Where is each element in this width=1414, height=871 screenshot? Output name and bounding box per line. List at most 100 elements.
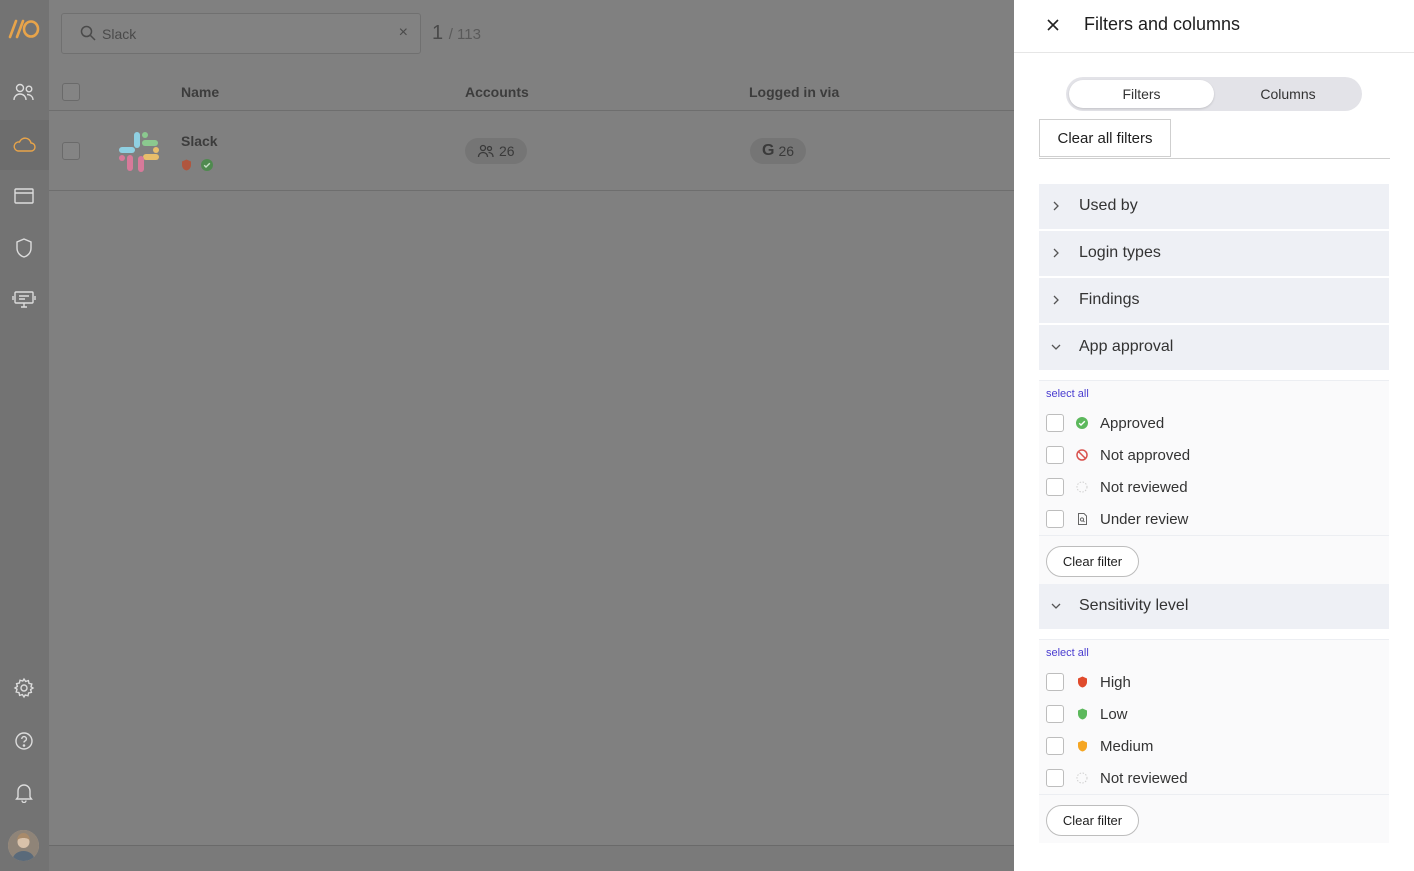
users-icon[interactable] (11, 79, 37, 105)
option-label: Under review (1100, 510, 1189, 528)
table-header: Name Accounts Logged in via (49, 73, 1014, 111)
option-label: Medium (1100, 737, 1154, 755)
header-logged-in-via[interactable]: Logged in via (749, 84, 839, 100)
result-count-current: 1 (432, 22, 444, 44)
search-input[interactable]: Slack × (61, 13, 421, 54)
chevron-down-icon (1050, 340, 1062, 354)
logged-in-via-pill[interactable]: G 26 (750, 138, 807, 164)
shield-low-icon (1076, 708, 1088, 720)
chevron-right-icon (1050, 246, 1062, 260)
view-toggle: Filters Columns (1066, 77, 1362, 111)
checkbox[interactable] (1046, 414, 1064, 432)
app-approval-options: select all Approved Not approved Not rev… (1039, 380, 1389, 584)
checkbox[interactable] (1046, 446, 1064, 464)
select-all-link[interactable]: select all (1046, 388, 1089, 400)
option-not-reviewed[interactable]: Not reviewed (1046, 767, 1376, 789)
divider (1039, 158, 1390, 159)
chevron-right-icon (1050, 293, 1062, 307)
accounts-users-icon (477, 144, 494, 158)
main-content: Slack × 1 / 113 Name Accounts Logged in … (49, 0, 1014, 871)
filters-panel: Filters and columns Filters Columns Clea… (1014, 0, 1414, 871)
checkbox[interactable] (1046, 705, 1064, 723)
option-low[interactable]: Low (1046, 703, 1376, 725)
header-name[interactable]: Name (181, 84, 219, 100)
divider (1039, 380, 1389, 381)
approved-check-icon (1076, 417, 1088, 429)
option-not-approved[interactable]: Not approved (1046, 444, 1376, 466)
option-label: Not reviewed (1100, 478, 1188, 496)
checkbox[interactable] (1046, 769, 1064, 787)
tab-columns[interactable]: Columns (1216, 80, 1360, 108)
checkbox[interactable] (1046, 478, 1064, 496)
chevron-right-icon (1050, 199, 1062, 213)
option-label: Not reviewed (1100, 769, 1188, 787)
select-all-checkbox[interactable] (62, 83, 80, 101)
panel-header: Filters and columns (1014, 0, 1414, 53)
browser-icon[interactable] (11, 183, 37, 209)
option-high[interactable]: High (1046, 671, 1376, 693)
cloud-icon[interactable] (11, 132, 37, 158)
dashed-circle-icon (1076, 772, 1088, 784)
avatar[interactable] (8, 830, 39, 861)
divider (1039, 794, 1389, 795)
option-label: Low (1100, 705, 1128, 723)
select-all-link[interactable]: select all (1046, 647, 1089, 659)
result-count: 1 / 113 (432, 22, 481, 45)
table-row[interactable]: Slack 26 G 26 (49, 112, 1014, 191)
accounts-pill[interactable]: 26 (465, 138, 527, 164)
shield-medium-icon (1076, 740, 1088, 752)
sensitivity-shield-icon (181, 158, 192, 176)
section-app-approval[interactable]: App approval (1039, 325, 1389, 370)
document-search-icon (1076, 513, 1088, 525)
checkbox[interactable] (1046, 510, 1064, 528)
blocked-icon (1076, 449, 1088, 461)
header-accounts[interactable]: Accounts (465, 84, 529, 100)
slack-logo-icon (117, 130, 161, 179)
option-label: High (1100, 673, 1131, 691)
section-findings[interactable]: Findings (1039, 278, 1389, 323)
result-count-total: / 113 (448, 26, 481, 43)
option-medium[interactable]: Medium (1046, 735, 1376, 757)
shield-icon[interactable] (11, 235, 37, 261)
clear-filter-button[interactable]: Clear filter (1046, 805, 1139, 836)
checkbox[interactable] (1046, 737, 1064, 755)
divider (1039, 535, 1389, 536)
google-icon: G (762, 142, 775, 159)
clear-all-filters-button[interactable]: Clear all filters (1039, 119, 1171, 157)
device-icon[interactable] (11, 286, 37, 312)
section-label: Login types (1079, 244, 1161, 261)
panel-title: Filters and columns (1084, 14, 1241, 34)
section-label: Used by (1079, 197, 1138, 214)
search-icon (80, 25, 96, 46)
footer-divider (49, 845, 1014, 846)
option-under-review[interactable]: Under review (1046, 508, 1376, 530)
row-checkbox[interactable] (62, 142, 80, 160)
clear-search-icon[interactable]: × (399, 24, 408, 42)
chevron-down-icon (1050, 599, 1062, 613)
help-icon[interactable] (11, 728, 37, 754)
app-name[interactable]: Slack (181, 133, 218, 149)
section-login-types[interactable]: Login types (1039, 231, 1389, 276)
brand-logo[interactable] (7, 18, 41, 40)
section-label: Sensitivity level (1079, 597, 1189, 614)
logged-in-count: 26 (778, 143, 795, 159)
search-value: Slack (102, 26, 137, 42)
tab-filters[interactable]: Filters (1069, 80, 1214, 108)
accounts-count: 26 (499, 143, 515, 159)
checkbox[interactable] (1046, 673, 1064, 691)
settings-icon[interactable] (11, 675, 37, 701)
divider (1039, 639, 1389, 640)
section-label: App approval (1079, 338, 1174, 355)
section-sensitivity-level[interactable]: Sensitivity level (1039, 584, 1389, 629)
option-not-reviewed[interactable]: Not reviewed (1046, 476, 1376, 498)
sensitivity-options: select all High Low Medium Not reviewed … (1039, 639, 1389, 843)
section-used-by[interactable]: Used by (1039, 184, 1389, 229)
section-label: Findings (1079, 291, 1140, 308)
option-approved[interactable]: Approved (1046, 412, 1376, 434)
option-label: Not approved (1100, 446, 1191, 464)
bell-icon[interactable] (11, 779, 37, 805)
approved-check-icon (201, 158, 213, 176)
clear-filter-button[interactable]: Clear filter (1046, 546, 1139, 577)
close-icon[interactable] (1043, 15, 1063, 35)
left-rail (0, 0, 49, 871)
